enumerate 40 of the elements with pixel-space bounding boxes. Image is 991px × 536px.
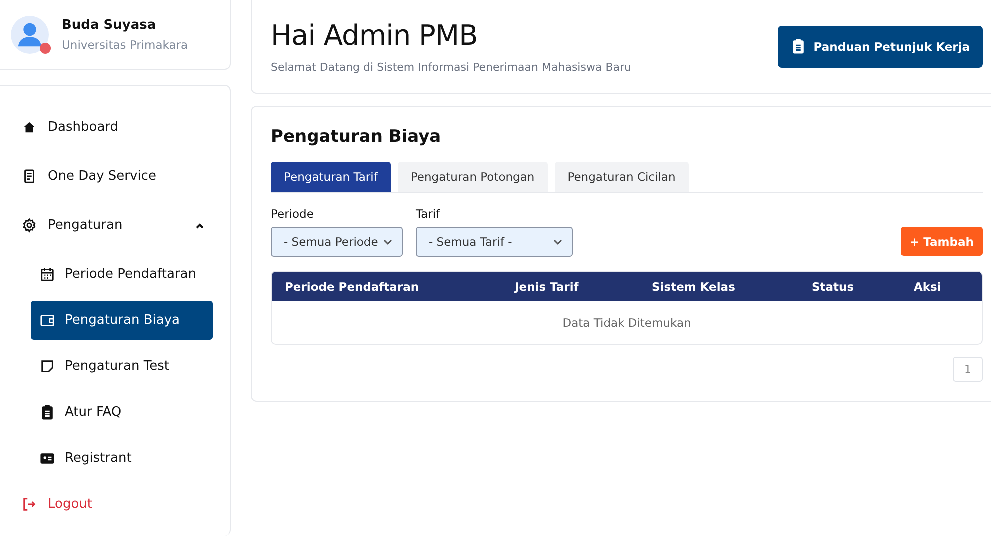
sidebar-item[interactable]: Pengaturan Test bbox=[31, 347, 213, 386]
tab[interactable]: Pengaturan Tarif bbox=[271, 162, 391, 192]
filter-label: Periode bbox=[271, 207, 315, 221]
guide-button[interactable]: Panduan Petunjuk Kerja bbox=[778, 26, 983, 68]
sidebar-item[interactable]: Registrant bbox=[31, 439, 213, 478]
clipboard-icon bbox=[40, 405, 55, 420]
logout-icon bbox=[22, 497, 37, 512]
dropdown[interactable]: - Semua Tarif - bbox=[416, 227, 573, 257]
section-title: Pengaturan Biaya bbox=[271, 127, 442, 147]
home-icon bbox=[22, 120, 37, 135]
page-button[interactable]: 1 bbox=[953, 357, 983, 382]
sidebar-item[interactable]: Dashboard bbox=[20, 108, 213, 147]
id-card-icon bbox=[40, 451, 55, 466]
sidebar-item[interactable]: Pengaturan Biaya bbox=[31, 301, 213, 340]
avatar-icon bbox=[11, 16, 49, 54]
page-subtitle: Selamat Datang di Sistem Informasi Penerimaan Mahasiswa Baru bbox=[271, 61, 632, 74]
wallet-icon bbox=[40, 313, 55, 328]
tab[interactable]: Pengaturan Cicilan bbox=[554, 162, 689, 192]
dropdown[interactable]: - Semua Periode bbox=[271, 227, 403, 257]
settings-icon bbox=[22, 218, 37, 233]
user-name: Buda Suyasa bbox=[62, 18, 158, 32]
column-header: Sistem Kelas bbox=[652, 280, 736, 294]
column-header: Periode Pendaftaran bbox=[285, 280, 420, 294]
document-icon bbox=[22, 169, 37, 184]
logout-link[interactable]: Logout bbox=[20, 485, 213, 524]
column-header: Jenis Tarif bbox=[515, 280, 580, 294]
sidebar-item[interactable]: One Day Service bbox=[20, 157, 213, 196]
user-organization: Universitas Primakara bbox=[62, 38, 188, 52]
filter-label: Tarif bbox=[416, 207, 442, 221]
calendar-icon bbox=[40, 267, 55, 282]
column-header: Status bbox=[812, 280, 856, 294]
empty-message: Data Tidak Ditemukan bbox=[562, 315, 692, 332]
clipboard-icon bbox=[790, 39, 806, 54]
sidebar-item[interactable]: Pengaturan bbox=[20, 206, 213, 245]
tab[interactable]: Pengaturan Potongan bbox=[398, 162, 548, 192]
page-title: Hai Admin PMB bbox=[271, 19, 479, 52]
sidebar-item[interactable]: Periode Pendaftaran bbox=[31, 255, 213, 294]
column-header: Aksi bbox=[914, 280, 942, 294]
note-icon bbox=[40, 359, 55, 374]
sidebar-item[interactable]: Atur FAQ bbox=[31, 393, 213, 432]
